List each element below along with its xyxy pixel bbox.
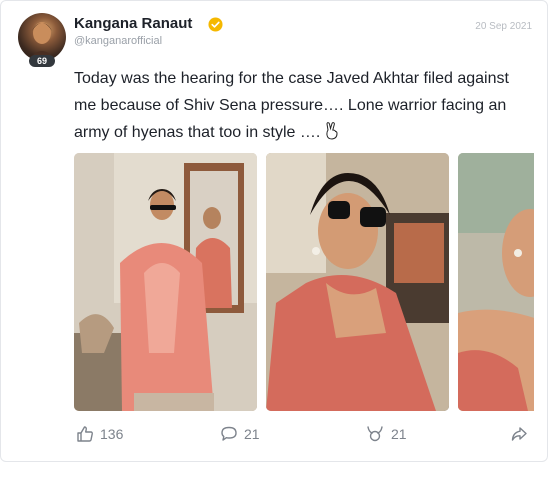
post-date[interactable]: 20 Sep 2021 <box>475 21 532 32</box>
author-name[interactable]: Kangana Ranaut <box>74 15 192 32</box>
repost-button[interactable]: 21 <box>365 425 407 443</box>
action-bar: 136 21 21 <box>74 421 534 449</box>
author-avatar[interactable] <box>18 13 66 61</box>
photo-gallery[interactable] <box>74 153 534 411</box>
repost-count: 21 <box>391 426 407 442</box>
thumbs-up-icon <box>77 426 93 442</box>
comment-button[interactable]: 21 <box>220 425 260 443</box>
post-card: 69 Kangana Ranaut @kanganarofficial 20 S… <box>0 0 548 462</box>
avatar-badge: 69 <box>29 55 55 67</box>
comment-count: 21 <box>244 426 260 442</box>
author-handle[interactable]: @kanganarofficial <box>74 35 162 47</box>
like-button[interactable]: 136 <box>76 425 123 443</box>
repost-icon <box>367 426 383 442</box>
post-photo-3[interactable] <box>458 153 534 411</box>
verified-badge-icon <box>208 17 223 32</box>
victory-hand-icon <box>324 122 340 149</box>
post-photo-2[interactable] <box>266 153 449 411</box>
comment-bubble-icon <box>221 426 237 441</box>
share-button[interactable] <box>510 425 534 443</box>
post-text: Today was the hearing for the case Javed… <box>74 65 534 149</box>
share-arrow-icon <box>511 427 527 441</box>
like-count: 136 <box>100 426 124 442</box>
post-photo-1[interactable] <box>74 153 257 411</box>
post-body: Today was the hearing for the case Javed… <box>74 70 509 141</box>
